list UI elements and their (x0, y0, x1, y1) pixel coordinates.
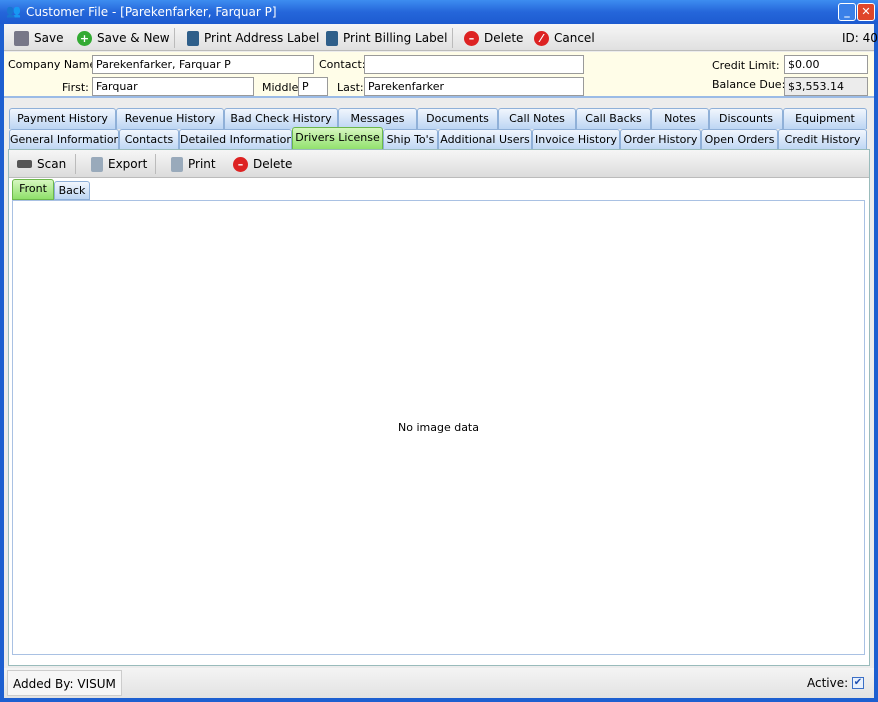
title-bar: 👥 Customer File - [Parekenfarker, Farqua… (0, 0, 878, 24)
tab-credit-history[interactable]: Credit History (778, 129, 867, 150)
plus-icon: + (77, 30, 92, 46)
credit-limit-label: Credit Limit: (712, 59, 780, 72)
print-address-label: Print Address Label (204, 31, 320, 45)
contact-label: Contact: (319, 58, 366, 71)
print-billing-label-button[interactable]: Print Billing Label (326, 29, 447, 47)
window-title: Customer File - [Parekenfarker, Farquar … (26, 5, 277, 19)
credit-limit-field[interactable]: $0.00 (784, 55, 868, 74)
client-area: Save + Save & New Print Address Label Pri… (4, 24, 878, 698)
tab-notes[interactable]: Notes (651, 108, 709, 129)
tab-discounts[interactable]: Discounts (709, 108, 783, 129)
main-toolbar: Save + Save & New Print Address Label Pri… (4, 24, 878, 51)
export-label: Export (108, 157, 148, 171)
balance-due-label: Balance Due: (712, 78, 786, 91)
status-bar: Added By: VISUM Active: ✔ (4, 668, 874, 698)
tab-documents[interactable]: Documents (417, 108, 498, 129)
printer-label-icon (187, 30, 199, 46)
tab-detailed-information[interactable]: Detailed Information (179, 129, 292, 150)
tab-invoice-history[interactable]: Invoice History (532, 129, 620, 150)
subtab-back[interactable]: Back (54, 181, 90, 200)
no-image-message: No image data (398, 421, 479, 434)
divider (174, 28, 175, 48)
first-label: First: (62, 81, 89, 94)
customer-file-window: 👥 Customer File - [Parekenfarker, Farqua… (0, 0, 878, 702)
last-name-field[interactable]: Parekenfarker (364, 77, 584, 96)
close-button[interactable]: ✕ (857, 3, 875, 21)
scan-label: Scan (37, 157, 67, 171)
print-label: Print (188, 157, 216, 171)
delete-button[interactable]: – Delete (464, 29, 523, 47)
cancel-button[interactable]: ⁄ Cancel (534, 29, 595, 47)
print-address-label-button[interactable]: Print Address Label (187, 29, 319, 47)
tab-call-backs[interactable]: Call Backs (576, 108, 651, 129)
added-by: Added By: VISUM (7, 670, 122, 696)
drivers-license-panel: Scan Export Print – Delete Front Back No … (8, 149, 870, 666)
tab-call-notes[interactable]: Call Notes (498, 108, 576, 129)
tab-open-orders[interactable]: Open Orders (701, 129, 778, 150)
record-id: ID: 40 (842, 31, 878, 45)
printer-label-icon (326, 30, 338, 46)
customer-header: Company Name: Parekenfarker, Farquar P C… (4, 52, 874, 98)
tab-payment-history[interactable]: Payment History (9, 108, 116, 129)
active-checkbox[interactable]: ✔ (852, 677, 864, 689)
scan-button[interactable]: Scan (17, 155, 66, 173)
print-icon (171, 156, 183, 172)
delete-image-button[interactable]: – Delete (233, 155, 292, 173)
tab-revenue-history[interactable]: Revenue History (116, 108, 224, 129)
tab-general-information[interactable]: General Information (9, 129, 119, 150)
company-name-label: Company Name: (8, 58, 100, 71)
delete-label: Delete (484, 31, 524, 45)
print-button[interactable]: Print (171, 155, 216, 173)
tab-additional-users[interactable]: Additional Users (438, 129, 532, 150)
save-button[interactable]: Save (14, 29, 63, 47)
divider (155, 154, 156, 174)
contact-field[interactable] (364, 55, 584, 74)
middle-name-field[interactable]: P (298, 77, 328, 96)
save-new-button[interactable]: + Save & New (77, 29, 170, 47)
cancel-label: Cancel (554, 31, 595, 45)
customers-icon: 👥 (6, 4, 21, 18)
balance-due-field: $3,553.14 (784, 77, 868, 96)
delete-image-label: Delete (253, 157, 293, 171)
tab-bad-check-history[interactable]: Bad Check History (224, 108, 338, 129)
last-label: Last: (337, 81, 364, 94)
tab-contacts[interactable]: Contacts (119, 129, 179, 150)
floppy-icon (14, 30, 29, 46)
tab-equipment[interactable]: Equipment (783, 108, 867, 129)
tab-messages[interactable]: Messages (338, 108, 417, 129)
tab-ship-tos[interactable]: Ship To's (383, 129, 438, 150)
print-billing-label: Print Billing Label (343, 31, 448, 45)
license-image-area: No image data (12, 200, 865, 655)
tab-order-history[interactable]: Order History (620, 129, 701, 150)
first-name-field[interactable]: Farquar (92, 77, 254, 96)
export-button[interactable]: Export (91, 155, 147, 173)
export-icon (91, 156, 103, 172)
delete-icon: – (464, 30, 479, 46)
divider (75, 154, 76, 174)
save-label: Save (34, 31, 64, 45)
divider (452, 28, 453, 48)
tab-drivers-license[interactable]: Drivers License (292, 127, 383, 150)
active-label: Active: (807, 676, 849, 690)
subtab-front[interactable]: Front (12, 179, 54, 200)
company-name-field[interactable]: Parekenfarker, Farquar P (92, 55, 314, 74)
save-new-label: Save & New (97, 31, 170, 45)
scanner-icon (17, 160, 32, 168)
image-toolbar: Scan Export Print – Delete (9, 150, 869, 178)
cancel-icon: ⁄ (534, 30, 549, 46)
minimize-button[interactable]: _ (838, 3, 856, 21)
delete-icon: – (233, 156, 248, 172)
middle-label: Middle: (262, 81, 303, 94)
